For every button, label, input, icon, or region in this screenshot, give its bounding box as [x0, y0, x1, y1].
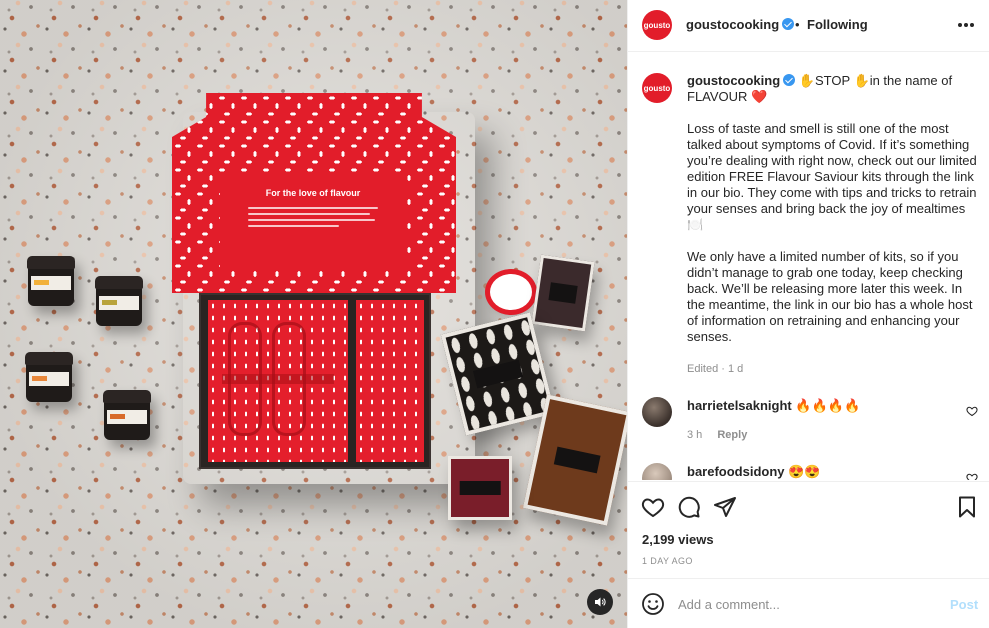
- comment-username[interactable]: harrietelsaknight: [687, 398, 792, 413]
- comment-like-icon[interactable]: [966, 472, 978, 480]
- edited-timestamp: Edited · 1 d: [687, 363, 744, 375]
- box-tray-left: [208, 300, 348, 462]
- comment-username[interactable]: barefoodsidony: [687, 464, 785, 479]
- emoji-icon[interactable]: [641, 592, 665, 616]
- sticker-seal: [490, 274, 532, 310]
- comment-text: 😍😍: [788, 464, 821, 479]
- box-tray-right: [356, 300, 424, 462]
- comment-time: 3 h: [687, 429, 703, 441]
- post-button[interactable]: Post: [950, 597, 978, 612]
- caption-username[interactable]: goustocooking: [687, 73, 796, 88]
- spice-jar: [95, 276, 143, 326]
- comment-text: 🔥🔥🔥🔥: [795, 398, 861, 413]
- avatar[interactable]: gousto: [642, 10, 672, 40]
- comment-composer: Post: [628, 578, 989, 628]
- post-image[interactable]: For the love of flavour: [0, 0, 627, 628]
- more-icon: [958, 23, 962, 27]
- post-header: gousto goustocooking • Following: [628, 0, 989, 52]
- lid-message-panel: For the love of flavour: [220, 172, 406, 268]
- verified-badge-icon: [783, 74, 796, 86]
- comment-like-icon[interactable]: [966, 405, 978, 417]
- caption-avatar[interactable]: gousto: [642, 73, 672, 103]
- post-date[interactable]: 1 DAY AGO: [642, 556, 693, 566]
- more-options-button[interactable]: [958, 16, 976, 34]
- speaker-icon: [595, 597, 606, 607]
- comment-row: harrietelsaknight 🔥🔥🔥🔥: [687, 398, 860, 414]
- spice-jar: [25, 352, 73, 402]
- header-username[interactable]: goustocooking: [686, 17, 795, 32]
- comment-row: barefoodsidony 😍😍: [687, 464, 821, 480]
- audio-toggle-button[interactable]: [587, 589, 613, 615]
- spice-jar: [103, 390, 151, 440]
- caption-paragraph-1: Loss of taste and smell is still one of …: [687, 121, 977, 232]
- caption: goustocooking ✋STOP ✋in the name of FLAV…: [687, 73, 979, 361]
- comment-avatar[interactable]: [642, 463, 672, 480]
- bookmark-icon[interactable]: [955, 495, 979, 519]
- separator-dot: •: [795, 17, 800, 32]
- post-actions: 2,199 views 1 DAY AGO: [628, 481, 989, 577]
- comment-avatar[interactable]: [642, 397, 672, 427]
- ingredient-pack: [448, 456, 512, 520]
- lid-small-print: [248, 207, 378, 227]
- comment-input[interactable]: [678, 595, 928, 613]
- comments-scroll-area[interactable]: gousto goustocooking ✋STOP ✋in the name …: [628, 53, 989, 480]
- view-count[interactable]: 2,199 views: [642, 532, 714, 547]
- caption-paragraph-2: We only have a limited number of kits, s…: [687, 249, 973, 344]
- post-sidebar: gousto goustocooking • Following gousto …: [627, 0, 989, 628]
- heart-icon[interactable]: [641, 495, 665, 519]
- ingredient-pack: [531, 254, 595, 332]
- comment-meta: 3 h Reply: [687, 429, 747, 441]
- comment-icon[interactable]: [677, 495, 701, 519]
- reply-button[interactable]: Reply: [717, 429, 747, 441]
- lid-heading: For the love of flavour: [265, 188, 361, 198]
- share-icon[interactable]: [713, 495, 737, 519]
- following-button[interactable]: Following: [807, 17, 868, 32]
- verified-badge-icon: [782, 18, 795, 30]
- spice-jar: [27, 256, 75, 306]
